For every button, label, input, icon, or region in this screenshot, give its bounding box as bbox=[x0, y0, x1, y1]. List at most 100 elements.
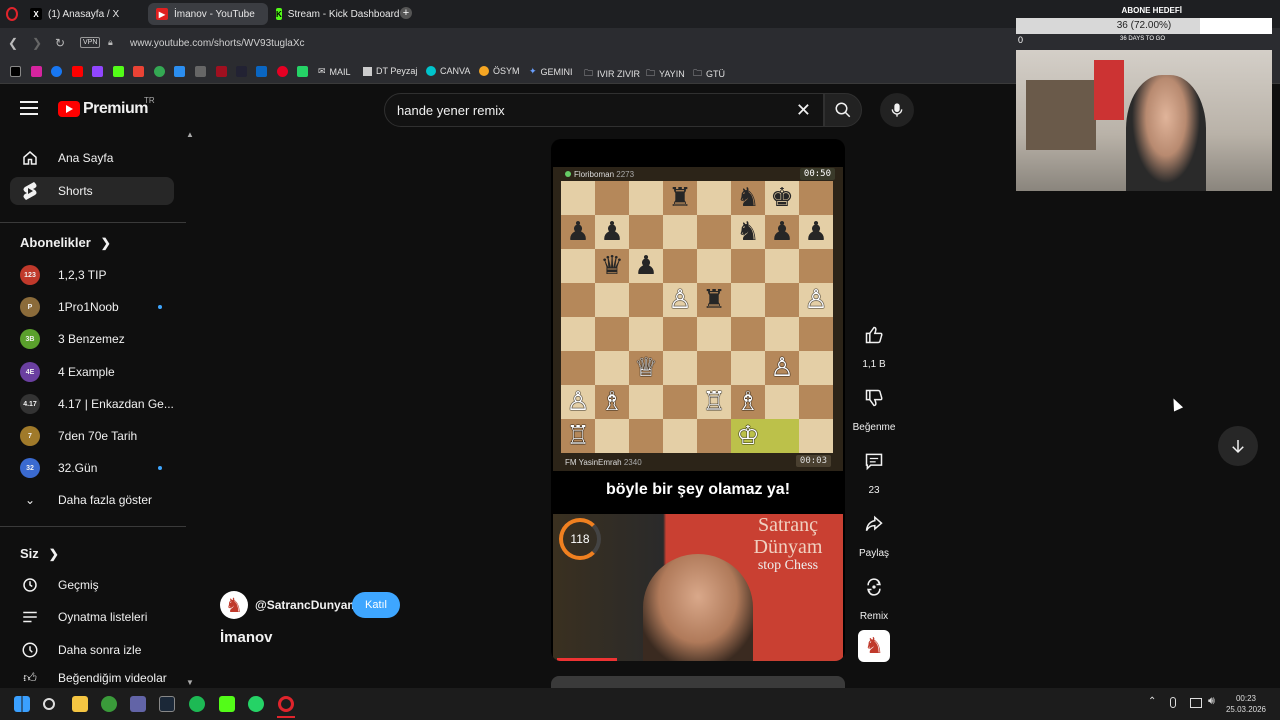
share-button[interactable]: Paylaş bbox=[852, 504, 896, 559]
channel-avatar-button[interactable]: ♞ bbox=[858, 630, 890, 662]
pinterest-bookmark-icon[interactable] bbox=[277, 66, 288, 77]
bookmark-gtu[interactable]: 🗀︎ GTÜ bbox=[693, 66, 725, 82]
chess-square: ♖ bbox=[561, 419, 595, 453]
red-bookmark-icon[interactable] bbox=[216, 66, 227, 77]
spotify-icon[interactable] bbox=[189, 696, 205, 712]
white-bishop-icon: ♗ bbox=[600, 387, 624, 417]
x-bookmark-icon[interactable] bbox=[10, 66, 21, 77]
subscription-item[interactable]: 123 1,2,3 TIP bbox=[10, 261, 174, 289]
bookmark-yayin[interactable]: 🗀︎ YAYIN bbox=[646, 66, 685, 82]
chess-square bbox=[765, 283, 799, 317]
subscription-item[interactable]: 32 32.Gün bbox=[10, 454, 174, 482]
sidebar-item-shorts[interactable]: Shorts bbox=[10, 177, 174, 205]
chess-square bbox=[799, 385, 833, 419]
gmail-bookmark-icon[interactable] bbox=[133, 66, 144, 77]
subscriptions-header[interactable]: Abonelikler ❯ bbox=[20, 235, 111, 250]
forward-icon[interactable]: ❯ bbox=[32, 36, 42, 50]
link-bookmark-icon[interactable] bbox=[195, 66, 206, 77]
url-field[interactable]: www.youtube.com/shorts/WV93tuglaXc bbox=[130, 38, 305, 49]
subscription-item[interactable]: 4E 4 Example bbox=[10, 358, 174, 386]
instagram-bookmark-icon[interactable] bbox=[31, 66, 42, 77]
menu-icon[interactable] bbox=[20, 101, 38, 117]
mouse-cursor-icon bbox=[1168, 396, 1184, 412]
sidebar-item-home[interactable]: Ana Sayfa bbox=[10, 144, 174, 172]
microphone-tray-icon[interactable] bbox=[1170, 697, 1176, 708]
sidebar-item-liked-videos[interactable]: 👍︎ Beğendiğim videolar bbox=[10, 668, 174, 688]
steam-icon[interactable] bbox=[159, 696, 175, 712]
sidebar-item-watch-later[interactable]: Daha sonra izle bbox=[10, 636, 174, 664]
teams-icon[interactable] bbox=[130, 696, 146, 712]
sidebar-scroll-up-icon[interactable]: ▲ bbox=[186, 130, 194, 139]
page-icon bbox=[363, 66, 372, 76]
opera-logo-icon[interactable] bbox=[6, 7, 18, 21]
maps-bookmark-icon[interactable] bbox=[154, 66, 165, 77]
search-input[interactable]: hande yener remix bbox=[397, 103, 505, 118]
join-button[interactable]: Katıl bbox=[352, 592, 400, 618]
search-box[interactable]: hande yener remix ✕ bbox=[384, 93, 824, 127]
show-more-button[interactable]: ⌄ Daha fazla göster bbox=[10, 486, 174, 514]
subscription-label: 3 Benzemez bbox=[58, 332, 125, 346]
sidebar-scroll-down-icon[interactable]: ▼ bbox=[186, 678, 194, 687]
system-clock[interactable]: 00:23 25.03.2026 bbox=[1226, 693, 1266, 715]
kick-bookmark-icon[interactable] bbox=[113, 66, 124, 77]
channel-handle[interactable]: @SatrancDunyam bbox=[255, 598, 358, 612]
tray-chevron-icon[interactable]: ⌃ bbox=[1148, 696, 1156, 707]
network-icon[interactable] bbox=[1190, 698, 1202, 708]
chess-square bbox=[663, 351, 697, 385]
youtube-premium-logo[interactable]: Premium TR bbox=[58, 96, 155, 118]
kick-app-icon[interactable] bbox=[219, 696, 235, 712]
comments-button[interactable]: 23 bbox=[852, 441, 896, 496]
facebook-bookmark-icon[interactable] bbox=[51, 66, 62, 77]
next-short-button[interactable] bbox=[1218, 426, 1258, 466]
sidebar-item-history[interactable]: Geçmiş bbox=[10, 571, 174, 599]
dislike-button[interactable]: Beğenme bbox=[852, 378, 896, 433]
whatsapp-icon[interactable] bbox=[248, 696, 264, 712]
chess-square bbox=[629, 419, 663, 453]
remix-button[interactable]: Remix bbox=[852, 567, 896, 622]
xbox-icon[interactable] bbox=[101, 696, 117, 712]
short-progress-bar[interactable] bbox=[557, 658, 617, 661]
new-tab-button[interactable]: + bbox=[400, 7, 412, 19]
reload-icon[interactable]: ↻ bbox=[55, 36, 65, 50]
bookmark-canva[interactable]: CANVA bbox=[426, 66, 470, 76]
voice-search-button[interactable] bbox=[880, 93, 914, 127]
dark-bookmark-icon[interactable] bbox=[236, 66, 247, 77]
subscription-label: 1,2,3 TIP bbox=[58, 268, 107, 282]
tab-youtube[interactable]: ▶ İmanov - YouTube bbox=[148, 3, 268, 25]
bookmark-ivir-zivir[interactable]: 🗀︎ IVIR ZIVIR bbox=[584, 66, 640, 82]
chess-square bbox=[731, 283, 765, 317]
subscription-item[interactable]: P 1Pro1Noob bbox=[10, 293, 174, 321]
twitch-bookmark-icon[interactable] bbox=[92, 66, 103, 77]
bookmark-mail[interactable]: ✉ MAIL bbox=[318, 66, 351, 77]
tab-x[interactable]: X (1) Anasayfa / X bbox=[22, 3, 146, 25]
chess-knight-icon: ♞ bbox=[225, 593, 243, 617]
youtube-bookmark-icon[interactable] bbox=[72, 66, 83, 77]
linkedin-bookmark-icon[interactable] bbox=[256, 66, 267, 77]
bookmark-dt-peyzaj[interactable]: DT Peyzaj bbox=[363, 66, 417, 76]
subscription-item[interactable]: 3B 3 Benzemez bbox=[10, 325, 174, 353]
sidebar-divider bbox=[0, 526, 186, 527]
search-icon[interactable] bbox=[43, 698, 55, 710]
back-icon[interactable]: ❮ bbox=[8, 36, 18, 50]
tab-kick[interactable]: K Stream - Kick Dashboard bbox=[268, 3, 400, 25]
like-button[interactable]: 1,1 B bbox=[852, 315, 896, 370]
vpn-badge[interactable]: VPN bbox=[80, 37, 101, 48]
file-explorer-icon[interactable] bbox=[72, 696, 88, 712]
volume-icon[interactable]: 🔊︎ bbox=[1208, 695, 1215, 708]
microphone-icon bbox=[891, 103, 903, 117]
finance-bookmark-icon[interactable] bbox=[174, 66, 185, 77]
opera-icon[interactable] bbox=[278, 696, 294, 712]
sidebar-item-playlists[interactable]: Oynatma listeleri bbox=[10, 603, 174, 631]
search-button[interactable] bbox=[824, 93, 862, 127]
whatsapp-bookmark-icon[interactable] bbox=[297, 66, 308, 77]
channel-avatar[interactable]: ♞ bbox=[220, 591, 248, 619]
subscription-item[interactable]: 4.17 4.17 | Enkazdan Ge... bbox=[10, 390, 174, 418]
clear-search-icon[interactable]: ✕ bbox=[796, 100, 811, 121]
short-player[interactable]: Floriboman 2273 00:50 ♜ ♞ ♚ ♟ ♟ ♞ ♟ ♟ ♛ ♟ ♙ ♜ ♙ ♕ ♙ ♙ ♗ ♖… bbox=[551, 139, 845, 661]
you-header[interactable]: Siz ❯ bbox=[20, 546, 59, 561]
bookmark-gemini[interactable]: ✦ GEMINI bbox=[529, 66, 573, 77]
bookmark-osym[interactable]: ÖSYM bbox=[479, 66, 520, 76]
windows-start-icon[interactable] bbox=[14, 696, 30, 712]
new-content-dot bbox=[158, 466, 162, 470]
subscription-item[interactable]: 7 7den 70e Tarih bbox=[10, 422, 174, 450]
